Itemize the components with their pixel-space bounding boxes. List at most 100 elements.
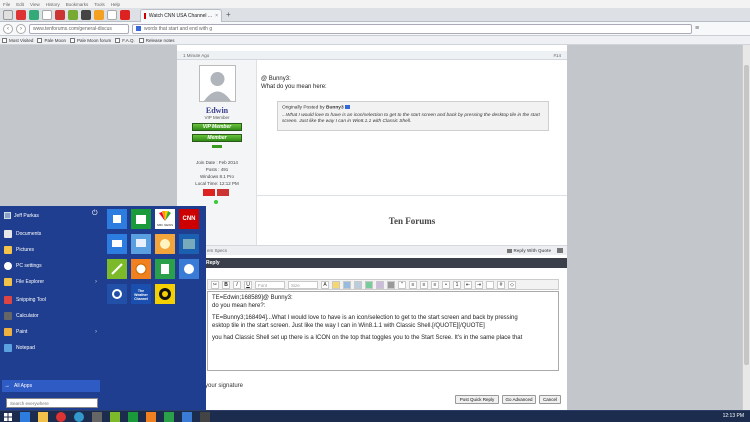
taskbar-app-icon[interactable] [200,412,210,422]
tile-tools[interactable] [107,259,127,279]
link-icon[interactable] [343,280,351,289]
search-input[interactable]: words that start and end with g [132,23,692,34]
go-advanced-button[interactable]: Go Advanced [502,395,536,404]
tile-app-green[interactable] [155,259,175,279]
taskbar-app-icon[interactable] [56,412,66,422]
start-item-snipping-tool[interactable]: Snipping Tool [2,294,102,306]
cut-icon[interactable]: ✂ [211,280,219,289]
windows-start-icon[interactable] [3,412,13,422]
scroll-thumb[interactable] [744,65,749,365]
bookmark-pale-moon-forum[interactable]: Pale Moon forum [69,37,111,43]
tile-settings[interactable] [107,284,127,304]
post-number[interactable]: #14 [553,53,561,58]
list-bullets-icon[interactable]: • [442,280,450,289]
bookmark-most-visited[interactable]: Most Visited [2,37,33,43]
start-item-notepad[interactable]: Notepad [2,342,102,354]
tab-cnn[interactable]: Watch CNN USA Channel ... × [140,9,222,22]
back-icon[interactable]: ‹ [3,23,13,34]
view-post-icon[interactable] [344,105,350,109]
tile-game[interactable] [155,234,175,254]
bold-button[interactable]: B [222,280,230,289]
tile-cnn[interactable]: CNN [179,209,199,229]
tile-bruins[interactable] [155,284,175,304]
start-item-calculator[interactable]: Calculator [2,310,102,322]
unlink-icon[interactable] [354,280,362,289]
page-scrollbar[interactable] [742,45,750,410]
video-icon[interactable] [376,280,384,289]
taskbar-app-icon[interactable] [182,412,192,422]
menu-tools[interactable]: Tools [94,2,105,7]
start-item-documents[interactable]: Documents [2,228,102,240]
taskbar-app-icon[interactable] [146,412,156,422]
menu-file[interactable]: File [3,2,10,7]
tile-app-blue[interactable] [179,259,199,279]
forward-icon[interactable]: › [16,23,26,34]
tile-photos[interactable] [179,234,199,254]
quote-button[interactable]: " [398,280,406,289]
start-item-pictures[interactable]: Pictures [2,244,102,256]
show-signature-checkbox[interactable]: your signature [205,383,243,389]
underline-button[interactable]: U [244,280,252,289]
smiley-icon[interactable] [332,280,340,289]
align-left-icon[interactable]: ≡ [409,280,417,289]
bookmark-faq[interactable]: F.A.Q. [115,37,135,43]
align-center-icon[interactable]: ≡ [420,280,428,289]
code-icon[interactable]: # [497,280,505,289]
bookmark-pale-moon[interactable]: Pale Moon [37,37,66,43]
taskbar-app-icon[interactable] [92,412,102,422]
list-numbers-icon[interactable]: 1 [453,280,461,289]
italic-button[interactable]: I [233,280,241,289]
image-icon[interactable] [365,280,373,289]
align-right-icon[interactable]: ≡ [431,280,439,289]
menu-bookmarks[interactable]: Bookmarks [66,2,89,7]
font-select[interactable]: Font [255,280,285,289]
start-item-paint[interactable]: Paint › [2,326,102,338]
url-input[interactable]: www.tenforums.com/general-discus [29,23,129,34]
text-color-icon[interactable]: A [321,280,329,289]
taskbar-app-icon[interactable] [74,412,84,422]
chevron-right-icon[interactable]: › [95,329,97,335]
tile-weather-channel[interactable]: The Weather Channel [131,284,151,304]
pinned-tab-icon[interactable] [107,10,117,20]
taskbar-app-icon[interactable] [128,412,138,422]
taskbar-app-icon[interactable] [20,412,30,422]
post-quick-reply-button[interactable]: Post Quick Reply [455,395,499,404]
start-item-pc-settings[interactable]: PC settings [2,260,102,272]
indent-icon[interactable]: ⇥ [475,280,483,289]
html-icon[interactable]: ◇ [508,280,516,289]
start-user[interactable]: Jeff Parkas [4,211,39,220]
avatar[interactable] [199,65,236,102]
pinned-tab-icon[interactable] [42,10,52,20]
menu-icon[interactable]: ≡ [695,25,699,32]
reply-with-quote-button[interactable]: Reply With Quote [506,248,551,253]
taskbar-app-icon[interactable] [110,412,120,422]
pinned-tab-icon[interactable] [94,10,104,20]
quote-author[interactable]: Bunny3 [326,105,344,110]
menu-edit[interactable]: Edit [16,2,24,7]
pinned-tab-icon[interactable] [29,10,39,20]
reply-textarea[interactable]: TE=Edwin;168589]@ Bunny3: do you mean he… [207,291,559,371]
menu-help[interactable]: Help [111,2,120,7]
all-apps-button[interactable]: → All Apps [2,380,100,392]
bookmark-release-notes[interactable]: Release notes [138,37,175,43]
pinned-tab-icon[interactable] [55,10,65,20]
username[interactable]: Edwin [177,106,257,115]
start-item-file-explorer[interactable]: File Explorer › [2,276,102,288]
pinned-tab-icon[interactable] [16,10,26,20]
tile-desktop[interactable] [107,234,127,254]
tile-nbc-news[interactable]: NBC NEWS [155,209,175,229]
menu-history[interactable]: History [46,2,60,7]
pinned-tab-icon[interactable] [3,10,13,20]
power-icon[interactable]: ⏻ [92,210,98,218]
taskbar-clock[interactable]: 12:13 PM [723,413,744,419]
tab-close-icon[interactable]: × [215,13,218,19]
pinned-tab-icon[interactable] [81,10,91,20]
tile-store[interactable] [131,209,151,229]
cancel-button[interactable]: Cancel [539,395,561,404]
tile-computer[interactable] [131,234,151,254]
start-search-input[interactable]: Search everywhere [6,398,98,408]
chevron-right-icon[interactable]: › [95,279,97,285]
tile-apps[interactable] [107,209,127,229]
menu-view[interactable]: View [30,2,40,7]
spoiler-icon[interactable] [486,280,494,289]
